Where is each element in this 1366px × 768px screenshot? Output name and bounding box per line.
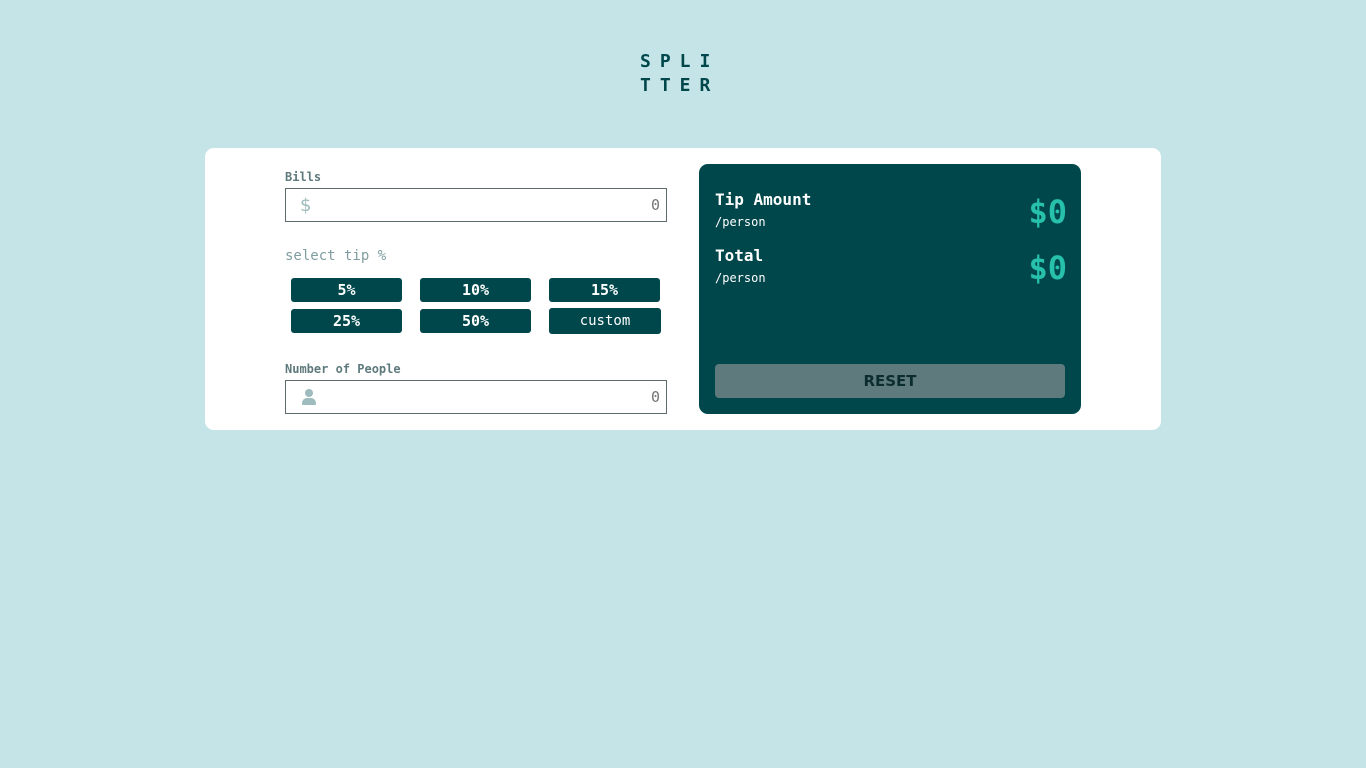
tip-amount-value: $0 [1028,193,1067,231]
person-icon [302,389,316,405]
tip-amount-title: Tip Amount [715,190,812,209]
tip-custom-button[interactable]: custom [549,308,661,334]
tip-5-button[interactable]: 5% [291,278,402,302]
bill-label: Bills [285,170,322,184]
app-logo: SPLI TTER [640,50,726,98]
tip-label: select tip % [285,248,387,264]
tip-15-button[interactable]: 15% [549,278,660,302]
total-subtitle: /person [715,271,766,285]
people-input[interactable] [326,381,660,413]
tip-50-button[interactable]: 50% [420,309,531,333]
people-field [285,380,667,414]
logo-line-1: SPLI [640,51,720,72]
results-panel: Tip Amount /person $0 Total /person $0 R… [699,164,1081,414]
logo-line-2: TTER [640,75,720,96]
bill-input[interactable] [326,189,660,221]
total-value: $0 [1028,249,1067,287]
tip-25-button[interactable]: 25% [291,309,402,333]
total-title: Total [715,246,764,265]
people-label: Number of People [285,362,401,376]
dollar-icon: $ [300,195,312,216]
calculator-card: Bills $ select tip % 5% 10% 15% 25% 50% … [205,148,1161,430]
tip-amount-subtitle: /person [715,215,766,229]
tip-10-button[interactable]: 10% [420,278,531,302]
bill-field: $ [285,188,667,222]
reset-button[interactable]: RESET [715,364,1065,398]
